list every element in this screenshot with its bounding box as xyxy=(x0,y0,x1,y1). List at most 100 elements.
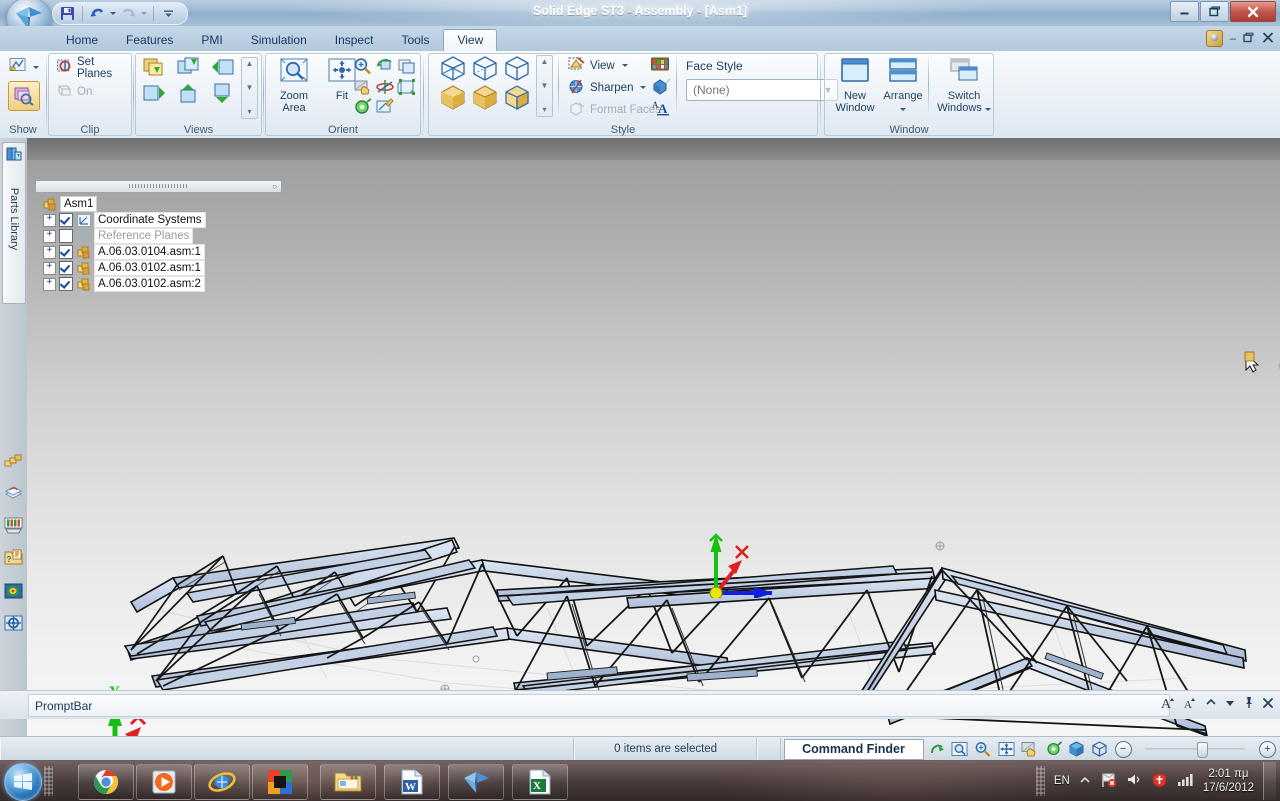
close-icon[interactable] xyxy=(1262,697,1274,712)
taskbar-explorer[interactable] xyxy=(320,764,376,800)
style-gallery-up-icon[interactable]: ▲ xyxy=(541,58,549,66)
tray-grip[interactable] xyxy=(1035,766,1045,796)
zoom-in-icon[interactable]: + xyxy=(1258,740,1276,758)
zoom-slider-track[interactable] xyxy=(1144,748,1245,751)
network-icon[interactable] xyxy=(1177,772,1194,790)
expand-icon[interactable]: + xyxy=(43,261,56,275)
parts-library-tab[interactable]: Parts Library xyxy=(2,142,26,304)
new-window-button[interactable]: New Window xyxy=(828,55,882,114)
visibility-checkbox[interactable] xyxy=(59,277,73,291)
window-view-icon[interactable] xyxy=(397,57,417,78)
face-style-select[interactable]: (None) ▼ xyxy=(686,79,838,101)
command-finder-input[interactable]: Command Finder xyxy=(783,738,924,760)
views-gallery-scroll[interactable]: ▲ ▼ ▾ xyxy=(241,57,258,119)
language-indicator[interactable]: EN xyxy=(1054,774,1070,788)
expand-icon[interactable]: + xyxy=(43,213,56,227)
style-cube-1[interactable] xyxy=(438,55,468,84)
help-icon[interactable] xyxy=(1205,30,1223,47)
tab-home[interactable]: Home xyxy=(52,29,112,51)
pan-icon[interactable] xyxy=(353,78,373,99)
tree-item-a-06-03-0102-asm-1[interactable]: + A.06.03.0102.asm:1 xyxy=(35,260,283,276)
show-desktop-button[interactable] xyxy=(1263,762,1276,800)
style-cube-2[interactable] xyxy=(470,55,500,84)
flag-action-center-icon[interactable] xyxy=(1100,772,1117,791)
views-button-3[interactable] xyxy=(211,57,237,79)
show-dropdown-button[interactable] xyxy=(8,57,39,77)
switch-windows-button[interactable]: Switch Windows xyxy=(936,55,992,114)
tab-features[interactable]: Features xyxy=(112,29,187,51)
expand-icon[interactable]: + xyxy=(43,245,56,259)
tree-item-reference-planes[interactable]: + Reference Planes xyxy=(35,228,283,244)
close-button[interactable] xyxy=(1230,1,1276,22)
text-style-icon[interactable]: A A xyxy=(652,99,672,119)
style-gallery-down-icon[interactable]: ▼ xyxy=(541,82,549,90)
style-cube-6[interactable] xyxy=(502,84,532,113)
status-pan-icon[interactable] xyxy=(1018,738,1041,760)
style-cube-5[interactable] xyxy=(470,84,500,113)
tree-item-a-06-03-0104-asm-1[interactable]: + A.06.03.0104.asm:1 xyxy=(35,244,283,260)
views-button-6[interactable] xyxy=(211,83,235,105)
show-hidden-icons[interactable] xyxy=(1079,774,1091,789)
rotate-icon[interactable] xyxy=(375,57,395,78)
graphics-viewport[interactable]: Y Z ○ xyxy=(27,138,1280,736)
restore-button[interactable] xyxy=(1200,1,1229,22)
spin-icon[interactable] xyxy=(375,78,395,99)
arrange-chevron-down-icon[interactable] xyxy=(900,108,906,111)
taskbar-color-app[interactable] xyxy=(252,764,308,800)
visibility-checkbox[interactable] xyxy=(59,229,73,243)
switch-windows-chevron-down-icon[interactable] xyxy=(984,108,991,111)
sharpen-chevron-down-icon[interactable] xyxy=(640,86,647,89)
view-style-button[interactable]: View xyxy=(568,55,628,76)
status-shaded-icon[interactable] xyxy=(1065,738,1088,760)
orient-zoom-icon[interactable] xyxy=(353,57,373,78)
set-planes-button[interactable]: Set Planes xyxy=(56,56,132,80)
volume-icon[interactable] xyxy=(1126,772,1142,790)
decrease-font-icon[interactable]: A xyxy=(1184,695,1198,713)
zoom-area-button[interactable]: Zoom Area xyxy=(267,55,321,114)
taskbar-excel[interactable]: X xyxy=(512,764,568,800)
taskbar-word[interactable]: W xyxy=(384,764,440,800)
arrange-button[interactable]: Arrange xyxy=(876,55,930,114)
expand-icon[interactable]: + xyxy=(43,229,56,243)
status-zoom-icon[interactable] xyxy=(971,738,994,760)
zoom-slider[interactable] xyxy=(1135,738,1255,760)
chevron-down-icon[interactable] xyxy=(33,65,39,69)
antivirus-icon[interactable] xyxy=(1151,771,1168,791)
clip-on-toggle[interactable]: On xyxy=(56,81,92,102)
tab-simulation[interactable]: Simulation xyxy=(237,29,321,51)
gallery-more-icon[interactable]: ▾ xyxy=(247,108,251,116)
zoom-out-icon[interactable]: − xyxy=(1114,740,1132,758)
minimize-button[interactable] xyxy=(1170,1,1199,22)
view-style-chevron-down-icon[interactable] xyxy=(621,64,628,67)
pathfinder-panel[interactable]: ○ Asm1 + z Coordinate Systems + Referenc… xyxy=(35,180,283,292)
style-gallery-more-icon[interactable]: ▾ xyxy=(542,106,546,114)
visibility-checkbox[interactable] xyxy=(59,261,73,275)
taskbar-chrome[interactable] xyxy=(78,764,134,800)
feature-library-icon[interactable]: ? xyxy=(4,548,23,567)
color-manager-icon[interactable] xyxy=(650,56,670,76)
zoom-slider-handle[interactable] xyxy=(1196,742,1208,758)
style-cube-4[interactable] xyxy=(438,84,468,113)
mdi-minimize-button[interactable]: – xyxy=(1230,33,1236,45)
clock[interactable]: 2:01 πμ 17/6/2012 xyxy=(1203,767,1254,795)
sensors-icon[interactable] xyxy=(4,516,23,535)
gallery-down-icon[interactable]: ▼ xyxy=(246,84,254,92)
taskbar-internet-explorer[interactable] xyxy=(194,764,250,800)
collapse-up-icon[interactable] xyxy=(1205,697,1217,712)
status-wireframe-icon[interactable] xyxy=(1088,738,1111,760)
mdi-restore-button[interactable] xyxy=(1243,32,1255,46)
gallery-up-icon[interactable]: ▲ xyxy=(246,60,254,68)
tab-tools[interactable]: Tools xyxy=(387,29,443,51)
tab-pmi[interactable]: PMI xyxy=(187,29,236,51)
status-spin-icon[interactable] xyxy=(1041,738,1064,760)
assembly-features-icon[interactable] xyxy=(4,452,23,471)
taskbar-media-player[interactable] xyxy=(136,764,192,800)
style-cube-3[interactable] xyxy=(502,55,532,84)
visibility-checkbox[interactable] xyxy=(59,245,73,259)
views-button-5[interactable] xyxy=(177,83,201,105)
command-finder-go-button[interactable] xyxy=(926,738,947,760)
collapse-down-icon[interactable] xyxy=(1224,697,1236,712)
part-painter-icon[interactable] xyxy=(652,78,672,98)
style-gallery-scroll[interactable]: ▲ ▼ ▾ xyxy=(536,55,553,117)
color-manager-panel-icon[interactable] xyxy=(4,582,23,601)
